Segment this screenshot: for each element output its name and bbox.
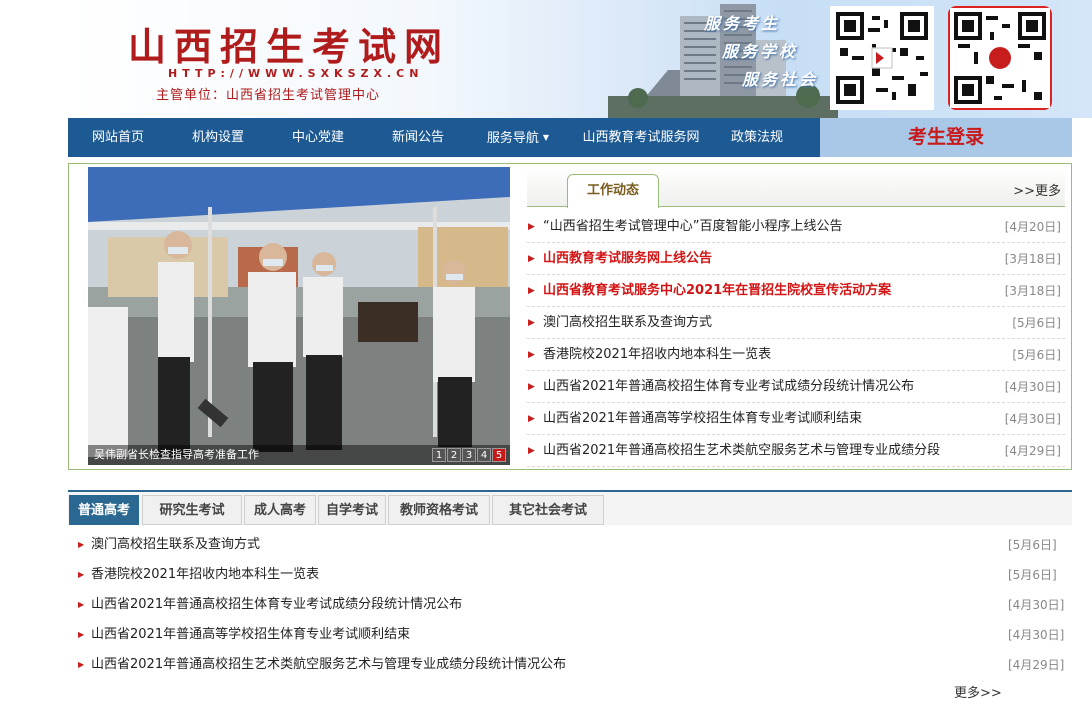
exam-news-date: [4月30日]	[1008, 598, 1065, 612]
caret-down-icon: ▼	[542, 133, 550, 142]
news-date: [3月18日]	[1004, 284, 1061, 298]
news-title-link[interactable]: 山西省2021年普通高校招生体育专业考试成绩分段统计情况公布	[543, 371, 914, 403]
site-header: 山西招生考试网 HTTP://WWW.SXKSZX.CN 主管单位：山西省招生考…	[68, 0, 1092, 118]
tab-adult-exam[interactable]: 成人高考	[244, 495, 316, 525]
triangle-right-icon: ▶	[528, 350, 535, 360]
list-item: ▶ 香港院校2021年招收内地本科生一览表 [5月6日]	[527, 339, 1065, 371]
pager-button-1[interactable]: 1	[432, 448, 446, 462]
news-date: [5月6日]	[1012, 316, 1061, 330]
work-news-header: 工作动态 >>更多	[527, 167, 1065, 208]
exam-news-date: [5月6日]	[1008, 568, 1057, 582]
news-title-link[interactable]: 山西省2021年普通高校招生艺术类航空服务艺术与管理专业成绩分段	[543, 435, 940, 467]
exam-news-date: [4月29日]	[1008, 658, 1065, 672]
nav-party-building[interactable]: 中心党建	[268, 118, 368, 157]
triangle-right-icon: ▶	[78, 570, 85, 579]
exam-news-title-link[interactable]: 山西省2021年普通高校招生艺术类航空服务艺术与管理专业成绩分段统计情况公布	[91, 650, 566, 680]
news-title-link[interactable]: 山西省2021年普通高等学校招生体育专业考试顺利结束	[543, 403, 862, 435]
exam-news-title-link[interactable]: 澳门高校招生联系及查询方式	[91, 530, 260, 560]
list-item: ▶ 山西教育考试服务网上线公告 [3月18日]	[527, 243, 1065, 275]
triangle-right-icon: ▶	[528, 254, 535, 264]
exam-category-tabs: 普通高考 研究生考试 成人高考 自学考试 教师资格考试 其它社会考试	[68, 490, 1072, 525]
slogan-schools: 服务学校	[722, 42, 799, 61]
exam-news-title-link[interactable]: 香港院校2021年招收内地本科生一览表	[91, 560, 319, 590]
tab-teacher-cert-exam[interactable]: 教师资格考试	[388, 495, 490, 525]
tab-self-study-exam[interactable]: 自学考试	[318, 495, 386, 525]
triangle-right-icon: ▶	[528, 414, 535, 424]
list-item: ▶ 山西省2021年普通高等学校招生体育专业考试顺利结束 [4月30日]	[68, 620, 1072, 650]
nav-service-menu[interactable]: 服务导航 ▼	[468, 118, 568, 157]
list-item: ▶ 山西省2021年普通高校招生体育专业考试成绩分段统计情况公布 [4月30日]	[68, 590, 1072, 620]
main-nav: 网站首页 机构设置 中心党建 新闻公告 服务导航 ▼ 山西教育考试服务网 政策法规	[68, 118, 820, 157]
news-title-link[interactable]: 山西省教育考试服务中心2021年在晋招生院校宣传活动方案	[543, 275, 891, 307]
list-item: ▶ 澳门高校招生联系及查询方式 [5月6日]	[527, 307, 1065, 339]
news-date: [5月6日]	[1012, 348, 1061, 362]
tab-gaokao[interactable]: 普通高考	[69, 495, 139, 525]
news-title-link[interactable]: 澳门高校招生联系及查询方式	[543, 307, 712, 339]
list-item: ▶ 山西省2021年普通高校招生艺术类航空服务艺术与管理专业成绩分段统计情况公布 […	[68, 650, 1072, 680]
news-slideshow[interactable]: 吴伟副省长检查指导高考准备工作 1 2 3 4 5	[88, 167, 510, 465]
news-date: [4月30日]	[1004, 412, 1061, 426]
triangle-right-icon: ▶	[78, 630, 85, 639]
work-news-list: ▶ “山西省招生考试管理中心”百度智能小程序上线公告 [4月20日] ▶ 山西教育考试服…	[527, 211, 1065, 467]
tab-graduate-exam[interactable]: 研究生考试	[142, 495, 242, 525]
qr-code-icon	[830, 6, 934, 110]
tab-other-exams[interactable]: 其它社会考试	[492, 495, 604, 525]
list-item: ▶ 香港院校2021年招收内地本科生一览表 [5月6日]	[68, 560, 1072, 590]
nav-service-label: 服务导航	[486, 131, 539, 146]
site-url: HTTP://WWW.SXKSZX.CN	[168, 67, 424, 80]
supervising-dept: 主管单位：山西省招生考试管理中心	[156, 88, 381, 103]
list-item: ▶ “山西省招生考试管理中心”百度智能小程序上线公告 [4月20日]	[527, 211, 1065, 243]
more-news-link[interactable]: >>更多	[1013, 180, 1061, 199]
triangle-right-icon: ▶	[78, 600, 85, 609]
slogan-society: 服务社会	[742, 70, 819, 89]
slideshow-photo	[88, 167, 510, 465]
triangle-right-icon: ▶	[528, 222, 535, 232]
nav-organization[interactable]: 机构设置	[168, 118, 268, 157]
news-date: [4月30日]	[1004, 380, 1061, 394]
triangle-right-icon: ▶	[528, 318, 535, 328]
news-title-link[interactable]: 香港院校2021年招收内地本科生一览表	[543, 339, 771, 371]
news-date: [3月18日]	[1004, 252, 1061, 266]
nav-home[interactable]: 网站首页	[68, 118, 168, 157]
list-item: ▶ 山西省教育考试服务中心2021年在晋招生院校宣传活动方案 [3月18日]	[527, 275, 1065, 307]
list-item: ▶ 山西省2021年普通高校招生艺术类航空服务艺术与管理专业成绩分段 [4月29日]	[527, 435, 1065, 467]
triangle-right-icon: ▶	[528, 446, 535, 456]
exam-news-date: [4月30日]	[1008, 628, 1065, 642]
triangle-right-icon: ▶	[78, 660, 85, 669]
pager-button-5[interactable]: 5	[492, 448, 506, 462]
tab-work-news[interactable]: 工作动态	[567, 174, 659, 208]
more-exam-news-link[interactable]: 更多>>	[954, 682, 1002, 701]
triangle-right-icon: ▶	[528, 286, 535, 296]
exam-news-title-link[interactable]: 山西省2021年普通高等学校招生体育专业考试顺利结束	[91, 620, 410, 650]
work-news-panel: 工作动态 >>更多 ▶ “山西省招生考试管理中心”百度智能小程序上线公告 [4月20…	[527, 167, 1065, 467]
student-login-button[interactable]: 考生登录	[820, 118, 1072, 157]
slideshow-pager: 1 2 3 4 5	[432, 448, 506, 462]
triangle-right-icon: ▶	[78, 540, 85, 549]
list-item: ▶ 澳门高校招生联系及查询方式 [5月6日]	[68, 530, 1072, 560]
nav-policies[interactable]: 政策法规	[714, 118, 800, 157]
site-title[interactable]: 山西招生考试网	[128, 16, 450, 71]
news-title-link[interactable]: 山西教育考试服务网上线公告	[543, 243, 712, 275]
nav-exam-service-site[interactable]: 山西教育考试服务网	[568, 118, 714, 157]
pager-button-4[interactable]: 4	[477, 448, 491, 462]
pager-button-3[interactable]: 3	[462, 448, 476, 462]
list-item: ▶ 山西省2021年普通高等学校招生体育专业考试顺利结束 [4月30日]	[527, 403, 1065, 435]
pager-button-2[interactable]: 2	[447, 448, 461, 462]
triangle-right-icon: ▶	[528, 382, 535, 392]
news-date: [4月20日]	[1004, 220, 1061, 234]
news-title-link[interactable]: “山西省招生考试管理中心”百度智能小程序上线公告	[543, 211, 842, 243]
qr-code-icon	[948, 6, 1052, 110]
nav-news[interactable]: 新闻公告	[368, 118, 468, 157]
news-date: [4月29日]	[1004, 444, 1061, 458]
exam-news-list: ▶ 澳门高校招生联系及查询方式 [5月6日] ▶ 香港院校2021年招收内地本科生一览表…	[68, 530, 1072, 680]
featured-section: 吴伟副省长检查指导高考准备工作 1 2 3 4 5 工作动态 >>更多 ▶ “山西…	[68, 163, 1072, 470]
list-item: ▶ 山西省2021年普通高校招生体育专业考试成绩分段统计情况公布 [4月30日]	[527, 371, 1065, 403]
exam-news-date: [5月6日]	[1008, 538, 1057, 552]
slogan-students: 服务考生	[704, 14, 781, 33]
exam-news-title-link[interactable]: 山西省2021年普通高校招生体育专业考试成绩分段统计情况公布	[91, 590, 462, 620]
